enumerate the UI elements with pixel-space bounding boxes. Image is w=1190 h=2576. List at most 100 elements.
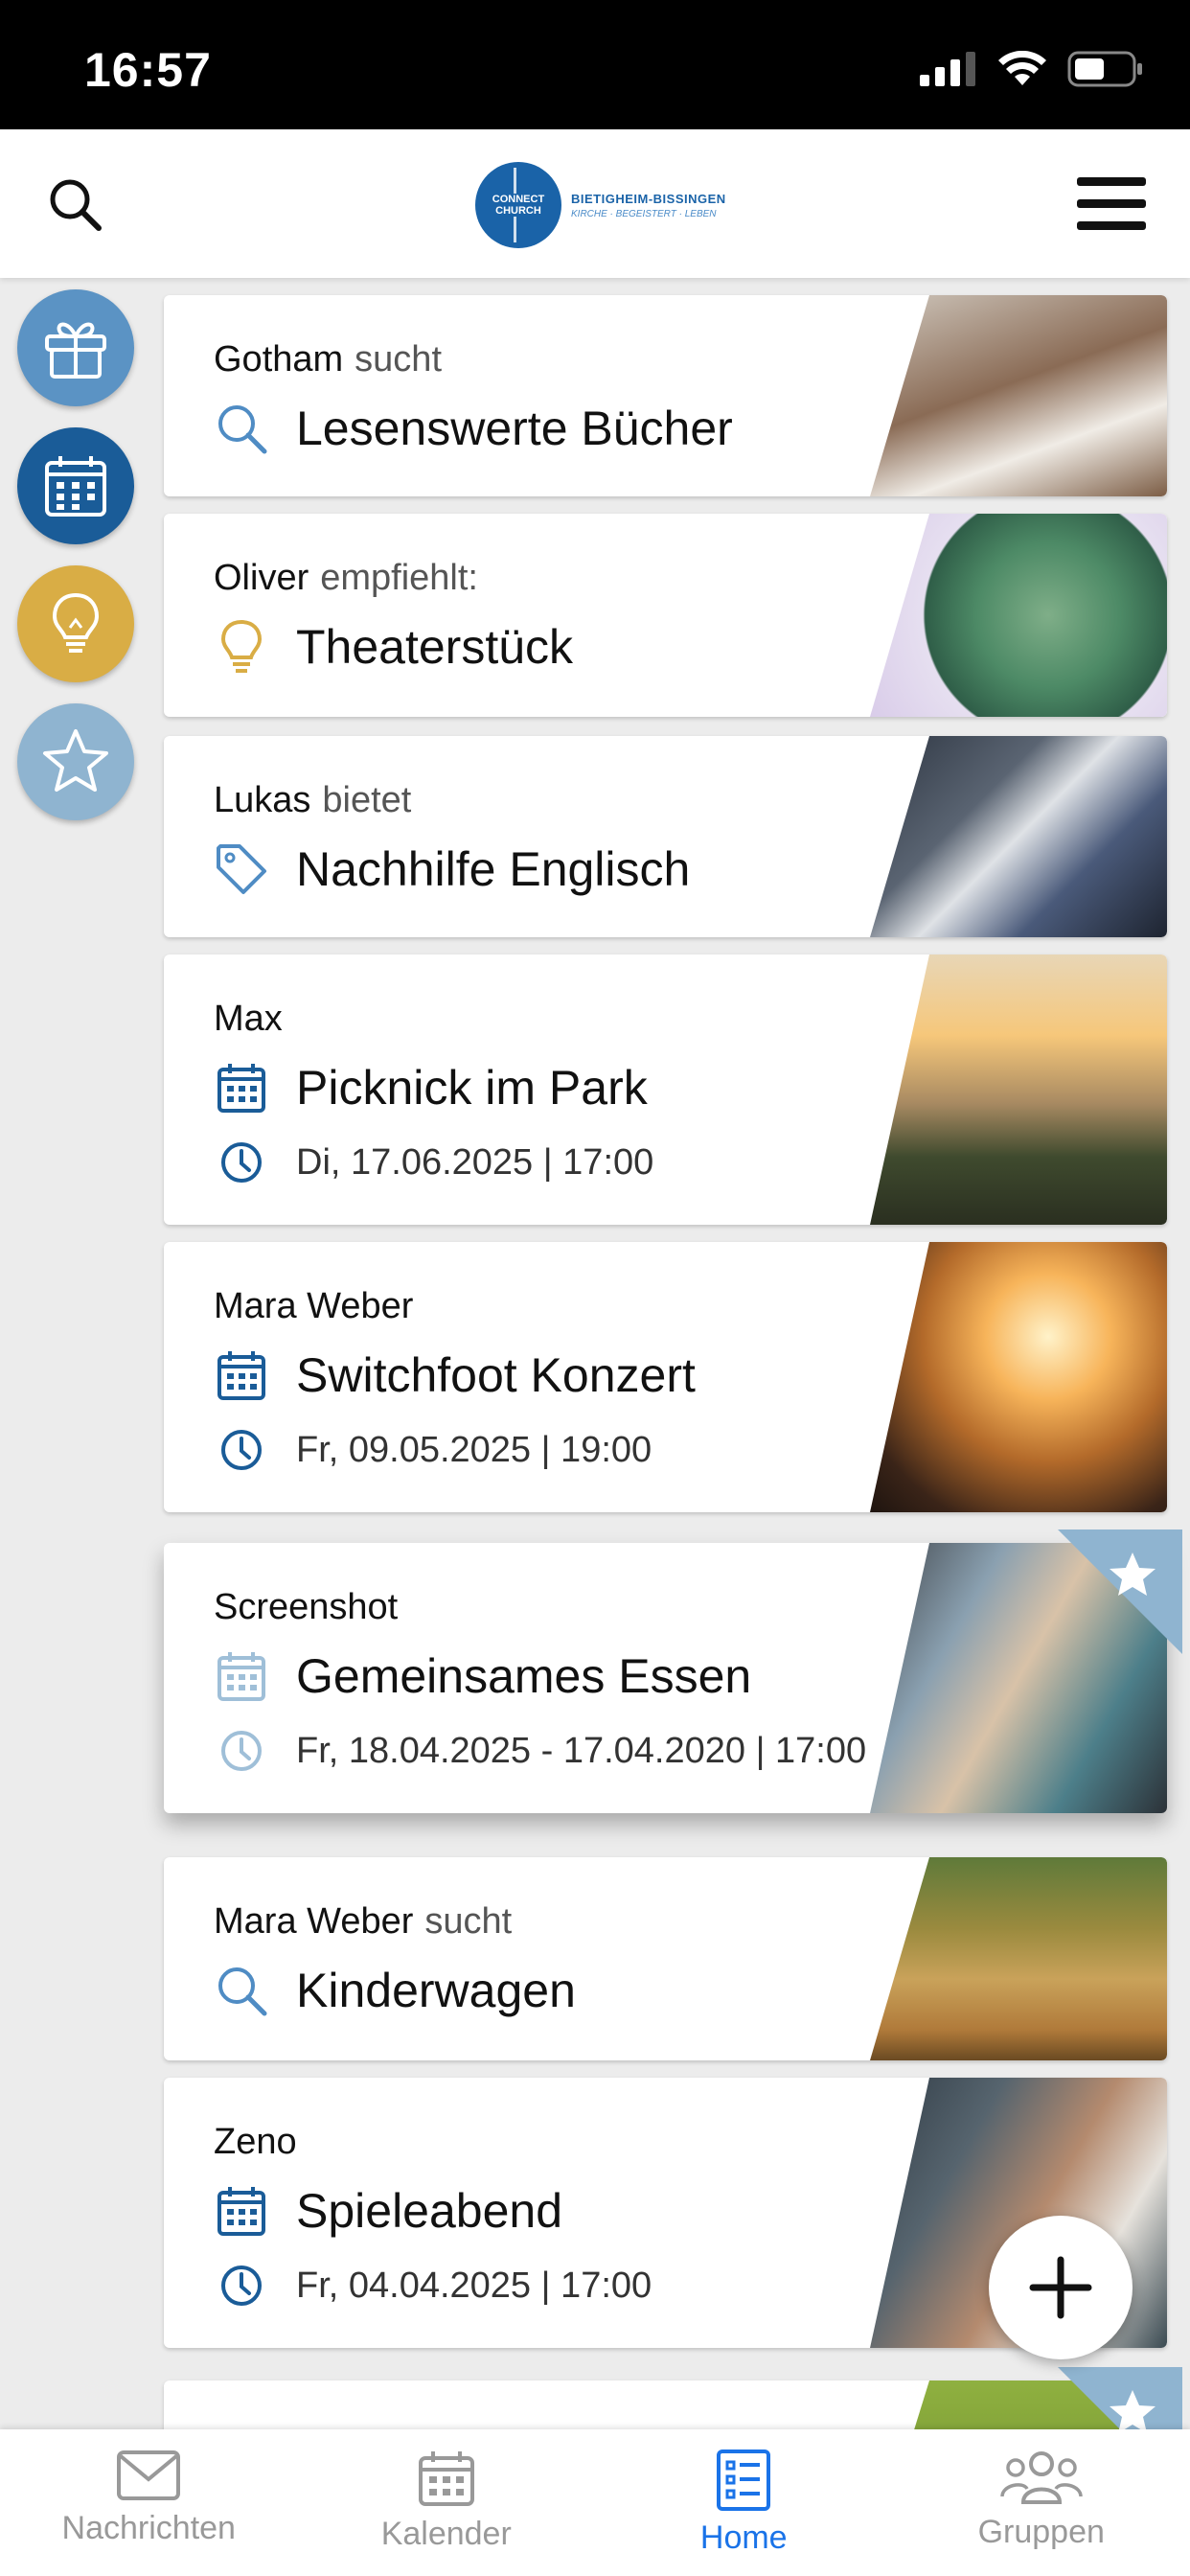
card-author: Screenshot	[214, 1587, 399, 1627]
calendar-icon	[217, 1064, 265, 1113]
card-author: Oliver empfiehlt:	[214, 558, 478, 598]
filter-favorites-button[interactable]	[17, 703, 134, 820]
star-icon	[43, 729, 108, 792]
logo-city: BIETIGHEIM-BISSINGEN	[571, 191, 726, 206]
hamburger-icon	[1077, 177, 1146, 230]
card-image-picnic	[870, 954, 1167, 1225]
search-button[interactable]	[38, 168, 111, 241]
tab-nachrichten[interactable]: Nachrichten	[0, 2429, 298, 2576]
card-author: Mara Weber sucht	[214, 1901, 513, 1942]
tab-home[interactable]: Home	[595, 2429, 893, 2576]
calendar-icon	[217, 1351, 265, 1400]
logo-text: BIETIGHEIM-BISSINGEN KIRCHE · BEGEISTERT…	[571, 192, 726, 219]
filter-recommendation-button[interactable]	[17, 565, 134, 682]
calendar-icon	[418, 2451, 474, 2506]
status-time: 16:57	[84, 43, 212, 97]
envelope-icon	[117, 2450, 181, 2500]
clock-icon	[221, 2266, 262, 2306]
card-date: Di, 17.06.2025 | 17:00	[296, 1141, 654, 1183]
card-title-row: Gemeinsames Essen	[214, 1648, 751, 1704]
filter-calendar-button[interactable]	[17, 427, 134, 544]
clock-icon	[221, 1142, 262, 1183]
tab-label: Kalender	[380, 2516, 512, 2552]
card-date-row: Fr, 04.04.2025 | 17:00	[214, 2258, 652, 2313]
signal-icon	[920, 52, 975, 86]
tab-label: Home	[699, 2519, 788, 2556]
card-author: Max	[214, 999, 283, 1039]
tab-gruppen[interactable]: Gruppen	[893, 2429, 1190, 2576]
card-title: Gemeinsames Essen	[296, 1649, 752, 1703]
card-image-books	[870, 295, 1167, 496]
group-icon	[1000, 2451, 1083, 2504]
filter-gift-button[interactable]	[17, 289, 134, 406]
tab-label: Gruppen	[977, 2514, 1105, 2550]
search-icon	[50, 179, 102, 231]
card-title: Lesenswerte Bücher	[296, 402, 733, 455]
card-image-succulent	[870, 514, 1167, 717]
feed-card[interactable]: Lukas bietet Nachhilfe Englisch	[164, 736, 1167, 937]
card-author: Zeno	[214, 2122, 297, 2162]
card-title-row: Switchfoot Konzert	[214, 1347, 696, 1403]
add-button[interactable]	[989, 2216, 1133, 2359]
tab-label: Nachrichten	[61, 2510, 236, 2546]
wifi-icon	[998, 51, 1046, 85]
clock-icon	[221, 1731, 262, 1771]
feed-card[interactable]: Mara Weber sucht Kinderwagen	[164, 1857, 1167, 2060]
app-header: CONNECT CHURCH BIETIGHEIM-BISSINGEN KIRC…	[0, 129, 1190, 278]
gift-icon	[45, 322, 106, 379]
battery-icon	[1067, 51, 1142, 87]
tag-icon	[217, 844, 266, 894]
card-author: Gotham sucht	[214, 339, 442, 380]
tab-kalender[interactable]: Kalender	[298, 2429, 596, 2576]
calendar-icon	[217, 2187, 265, 2236]
card-date-row: Di, 17.06.2025 | 17:00	[214, 1135, 653, 1190]
feed-card[interactable]: Gotham sucht Lesenswerte Bücher	[164, 295, 1167, 496]
card-title-row: Spieleabend	[214, 2183, 562, 2239]
card-image-family	[870, 1857, 1167, 2060]
card-author: Lukas bietet	[214, 780, 412, 820]
calendar-icon	[45, 456, 106, 517]
card-title-row: Lesenswerte Bücher	[214, 401, 733, 456]
card-title: Kinderwagen	[296, 1964, 576, 2017]
card-title: Spieleabend	[296, 2184, 563, 2238]
card-date: Fr, 09.05.2025 | 19:00	[296, 1429, 652, 1470]
search-icon	[218, 1967, 267, 2016]
calendar-icon	[217, 1652, 265, 1701]
card-image-tutoring	[870, 736, 1167, 937]
card-title-row: Nachhilfe Englisch	[214, 841, 690, 897]
card-author: Mara Weber	[214, 1286, 414, 1326]
plus-icon	[1029, 2256, 1092, 2319]
app-logo[interactable]: CONNECT CHURCH BIETIGHEIM-BISSINGEN KIRC…	[475, 162, 726, 248]
logo-line2: CHURCH	[493, 205, 543, 217]
card-title: Switchfoot Konzert	[296, 1348, 696, 1402]
bottom-tab-bar: Nachrichten Kalender Home Gruppen	[0, 2429, 1190, 2576]
search-icon	[218, 405, 267, 454]
menu-button[interactable]	[1071, 166, 1152, 242]
card-date-row: Fr, 09.05.2025 | 19:00	[214, 1422, 652, 1478]
clock-icon	[221, 1430, 262, 1470]
lightbulb-icon	[52, 592, 100, 653]
card-date-row: Fr, 18.04.2025 - 17.04.2020 | 17:00	[214, 1723, 866, 1779]
card-title-row: Theaterstück	[214, 619, 573, 675]
list-icon	[717, 2450, 771, 2511]
card-date: Fr, 04.04.2025 | 17:00	[296, 2265, 652, 2306]
card-image-concert	[870, 1242, 1167, 1512]
feed-card[interactable]: Oliver empfiehlt: Theaterstück	[164, 514, 1167, 717]
filter-sidebar	[17, 289, 134, 841]
card-date: Fr, 18.04.2025 - 17.04.2020 | 17:00	[296, 1730, 867, 1771]
card-title: Nachhilfe Englisch	[296, 842, 691, 896]
lightbulb-icon	[220, 619, 263, 673]
card-title-row: Kinderwagen	[214, 1963, 576, 2018]
star-icon	[1110, 1552, 1156, 1596]
card-title: Picknick im Park	[296, 1061, 648, 1115]
card-title-row: Picknick im Park	[214, 1060, 648, 1116]
card-title: Theaterstück	[296, 620, 574, 674]
feed-card[interactable]: Max Picknick im Park Di, 17.06.2025 | 17…	[164, 954, 1167, 1225]
feed-card[interactable]: Mara Weber Switchfoot Konzert Fr, 09.05.…	[164, 1242, 1167, 1512]
feed-card-featured[interactable]: Screenshot Gemeinsames Essen Fr, 18.04.2…	[164, 1530, 1182, 1813]
logo-tagline: KIRCHE · BEGEISTERT · LEBEN	[571, 208, 717, 219]
logo-emblem: CONNECT CHURCH	[475, 162, 561, 248]
logo-line1: CONNECT	[490, 194, 547, 205]
status-icons	[920, 50, 1144, 88]
status-bar: 16:57	[0, 0, 1190, 129]
